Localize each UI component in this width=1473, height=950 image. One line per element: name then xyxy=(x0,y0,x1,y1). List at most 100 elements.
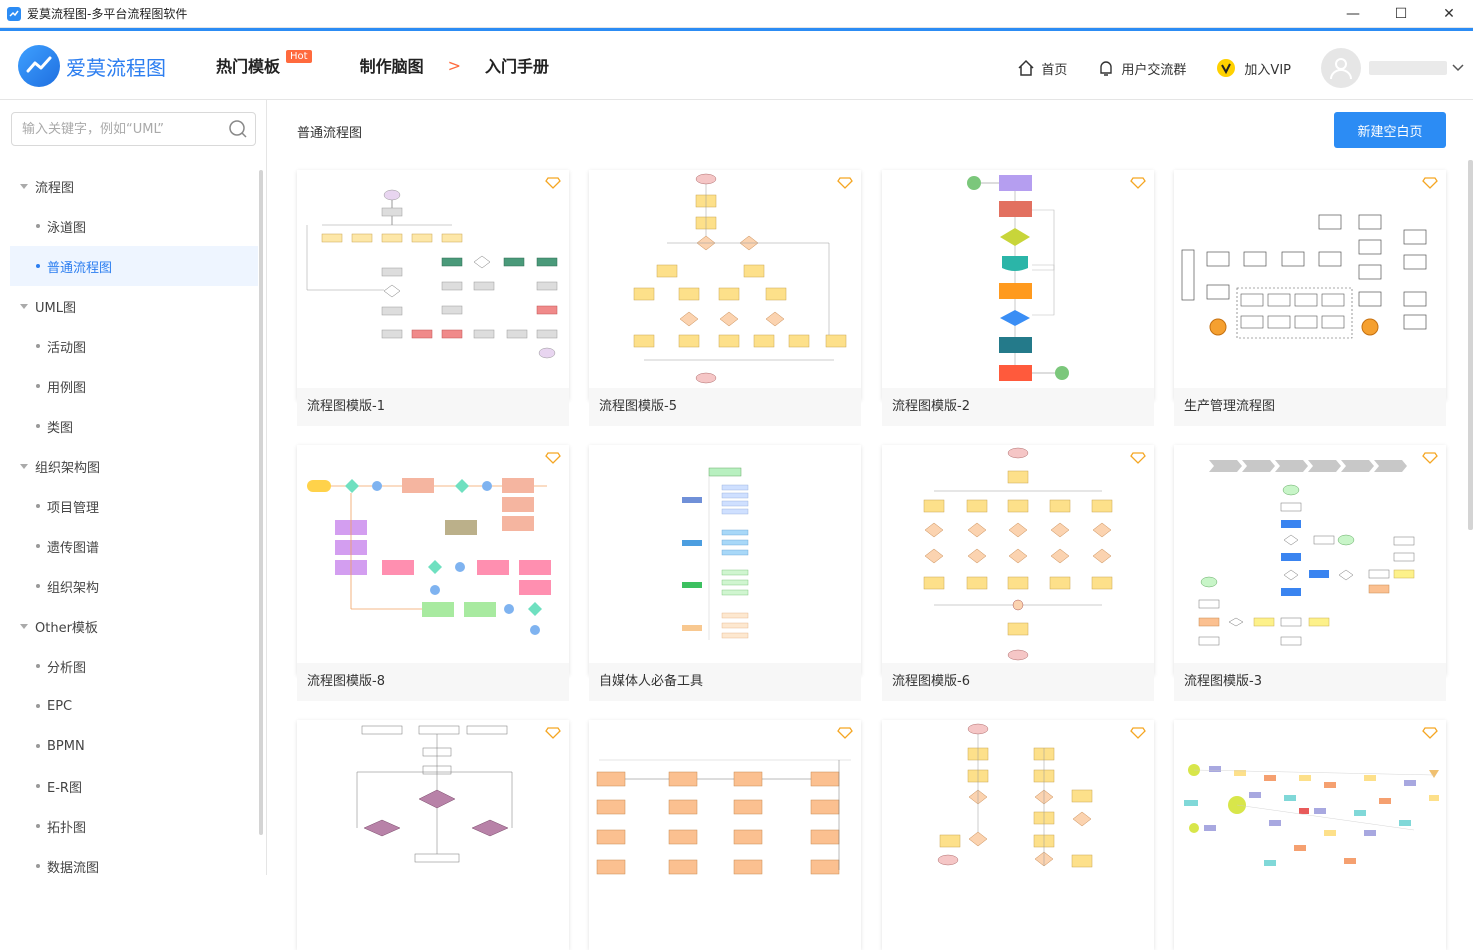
tree-group-flowchart[interactable]: 流程图 xyxy=(10,166,258,206)
category-tree: 流程图 泳道图 普通流程图 UML图 活动图 用例图 类图 组织架构图 项目管理… xyxy=(10,166,258,886)
template-title: 流程图模版-1 xyxy=(297,388,569,426)
user-menu[interactable] xyxy=(1321,48,1465,88)
tree-item-topology[interactable]: 拓扑图 xyxy=(10,806,258,846)
tree-item-class[interactable]: 类图 xyxy=(10,406,258,446)
tree-item-label: 分析图 xyxy=(47,660,87,676)
home-icon xyxy=(1018,59,1034,76)
tree-item-normal-flowchart[interactable]: 普通流程图 xyxy=(10,246,258,286)
template-card[interactable]: 流程图模版-1 xyxy=(297,170,569,426)
join-vip-label: 加入VIP xyxy=(1244,62,1291,78)
caret-down-icon xyxy=(20,623,28,629)
new-blank-page-button[interactable]: 新建空白页 xyxy=(1334,112,1446,148)
tree-item-label: 泳道图 xyxy=(47,220,87,236)
home-label: 首页 xyxy=(1041,62,1068,78)
window-title: 爱莫流程图-多平台流程图软件 xyxy=(27,7,188,21)
tree-group-label: 组织架构图 xyxy=(35,460,101,476)
template-title: 流程图模版-5 xyxy=(589,388,861,426)
template-thumbnail xyxy=(297,445,569,663)
template-thumbnail xyxy=(1174,170,1446,388)
join-vip-link[interactable]: 加入VIP xyxy=(1216,58,1291,78)
vip-diamond-icon xyxy=(1130,449,1146,468)
search-input[interactable] xyxy=(22,114,222,144)
tree-item-genetic[interactable]: 遗传图谱 xyxy=(10,526,258,566)
tree-item-swimlane[interactable]: 泳道图 xyxy=(10,206,258,246)
template-card[interactable] xyxy=(589,720,861,950)
tree-group-label: 流程图 xyxy=(35,180,75,196)
bullet-icon xyxy=(36,824,40,828)
tree-item-project[interactable]: 项目管理 xyxy=(10,486,258,526)
nav-manual[interactable]: 入门手册 xyxy=(485,53,549,77)
template-card[interactable] xyxy=(1174,720,1446,950)
tree-item-label: 用例图 xyxy=(47,380,87,396)
sidebar: 流程图 泳道图 普通流程图 UML图 活动图 用例图 类图 组织架构图 项目管理… xyxy=(0,100,267,876)
logo-icon xyxy=(18,45,60,87)
home-link[interactable]: 首页 xyxy=(1017,59,1067,78)
tree-item-label: 类图 xyxy=(47,420,74,436)
tree-item-er[interactable]: E-R图 xyxy=(10,766,258,806)
bullet-icon xyxy=(36,224,40,228)
tree-group-uml[interactable]: UML图 xyxy=(10,286,258,326)
template-card[interactable]: 流程图模版-8 xyxy=(297,445,569,701)
logo[interactable]: 爱莫流程图 xyxy=(18,45,166,87)
template-thumbnail xyxy=(589,445,861,663)
tree-item-epc[interactable]: EPC xyxy=(10,686,258,726)
template-thumbnail xyxy=(1174,720,1446,938)
tree-item-label: E-R图 xyxy=(47,780,82,796)
template-title: 流程图模版-8 xyxy=(297,663,569,701)
bullet-icon xyxy=(36,544,40,548)
tree-item-orgchart[interactable]: 组织架构 xyxy=(10,566,258,606)
template-card[interactable]: 流程图模版-6 xyxy=(882,445,1154,701)
vip-diamond-icon xyxy=(1130,724,1146,743)
template-card[interactable] xyxy=(297,720,569,950)
user-group-link[interactable]: 用户交流群 xyxy=(1097,59,1186,78)
vip-diamond-icon xyxy=(1422,174,1438,193)
main-scrollbar[interactable] xyxy=(1468,160,1473,530)
app-icon xyxy=(7,6,21,21)
template-title: 生产管理流程图 xyxy=(1174,388,1446,426)
tree-item-bpmn[interactable]: BPMN xyxy=(10,726,258,766)
sidebar-scrollbar[interactable] xyxy=(259,170,263,835)
vip-diamond-icon xyxy=(837,174,853,193)
close-button[interactable]: ✕ xyxy=(1425,0,1473,28)
template-card[interactable] xyxy=(882,720,1154,950)
logo-text: 爱莫流程图 xyxy=(66,55,166,80)
main-content: 普通流程图 新建空白页 流程图模版-1 流程图模版-5 流程图模版-2 生产管理… xyxy=(267,100,1473,950)
nav-mindmap[interactable]: 制作脑图 xyxy=(360,53,424,77)
tree-item-dataflow[interactable]: 数据流图 xyxy=(10,846,258,886)
tree-item-label: 组织架构 xyxy=(47,580,100,596)
tree-item-label: 数据流图 xyxy=(47,860,100,876)
bullet-icon xyxy=(36,424,40,428)
template-card[interactable]: 流程图模版-5 xyxy=(589,170,861,426)
tree-item-analysis[interactable]: 分析图 xyxy=(10,646,258,686)
chevron-right-icon: > xyxy=(447,55,461,75)
chevron-down-icon[interactable] xyxy=(1451,63,1465,73)
user-icon xyxy=(1330,58,1352,80)
tree-item-label: 普通流程图 xyxy=(47,260,113,276)
template-title: 自媒体人必备工具 xyxy=(589,663,861,701)
tree-item-activity[interactable]: 活动图 xyxy=(10,326,258,366)
tree-group-label: UML图 xyxy=(35,300,76,316)
template-thumbnail xyxy=(882,170,1154,388)
template-card[interactable]: 流程图模版-3 xyxy=(1174,445,1446,701)
vip-diamond-icon xyxy=(545,724,561,743)
user-group-label: 用户交流群 xyxy=(1121,62,1187,78)
tree-group-other[interactable]: Other模板 xyxy=(10,606,258,646)
tree-group-label: Other模板 xyxy=(35,620,98,636)
template-card[interactable]: 流程图模版-2 xyxy=(882,170,1154,426)
tree-item-label: 拓扑图 xyxy=(47,820,87,836)
tree-item-label: 活动图 xyxy=(47,340,87,356)
main-nav: 热门模板 Hot 制作脑图 > 入门手册 xyxy=(216,49,549,77)
template-title: 流程图模版-6 xyxy=(882,663,1154,701)
template-thumbnail xyxy=(1174,445,1446,663)
template-card[interactable]: 生产管理流程图 xyxy=(1174,170,1446,426)
maximize-button[interactable]: ☐ xyxy=(1377,0,1425,28)
template-card[interactable]: 自媒体人必备工具 xyxy=(589,445,861,701)
vip-diamond-icon xyxy=(1422,449,1438,468)
search-icon[interactable] xyxy=(228,119,248,139)
minimize-button[interactable]: — xyxy=(1329,0,1377,28)
nav-hot-templates[interactable]: 热门模板 xyxy=(216,53,280,77)
tree-item-usecase[interactable]: 用例图 xyxy=(10,366,258,406)
template-thumbnail xyxy=(297,720,569,938)
vip-diamond-icon xyxy=(545,174,561,193)
tree-group-org[interactable]: 组织架构图 xyxy=(10,446,258,486)
